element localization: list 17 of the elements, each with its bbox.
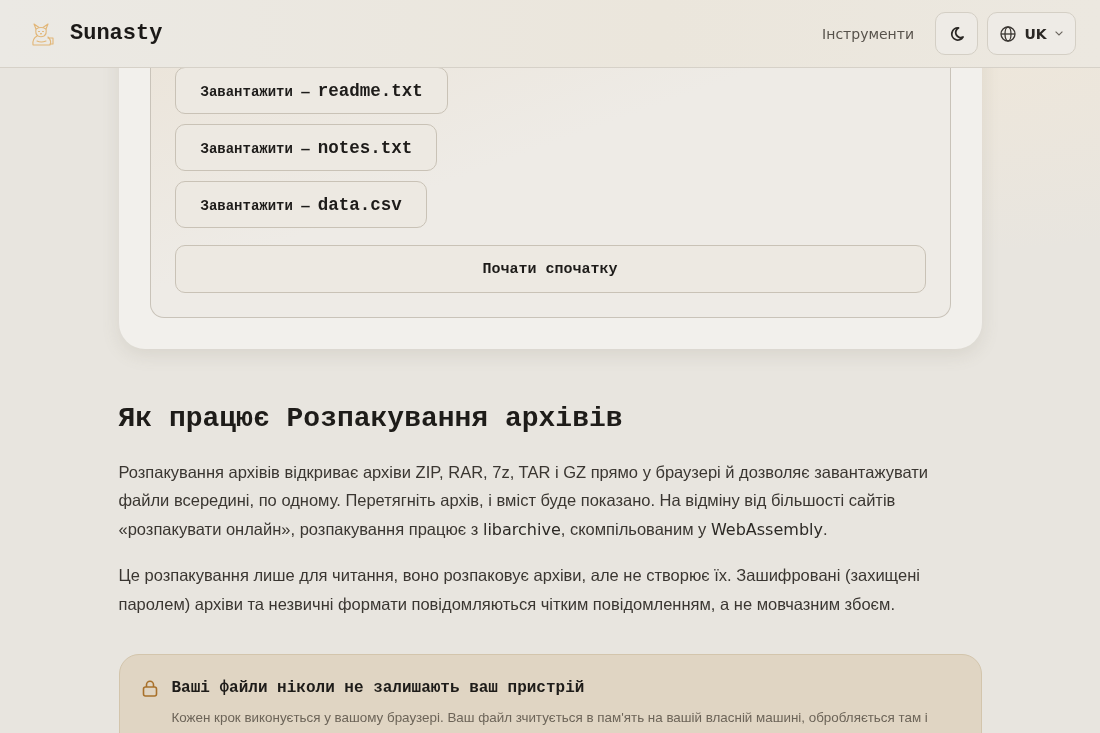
- download-button[interactable]: Завантажити — data.csv: [174, 181, 427, 228]
- notice-title: Ваші файли ніколи не залишають ваш пристрій: [171, 679, 586, 698]
- moon-icon: [949, 26, 964, 41]
- tools-link[interactable]: Інструменти: [822, 25, 914, 42]
- body-paragraph: Це розпакування лише для читання, воно розпаковує архіви, але не створює їх. Зашифровані (захищені паролем) архіви та незвичні формати повідомляються чітким повідомленням, а не мовчазним збоєм.: [118, 565, 921, 615]
- body-paragraph: Розпакування архівів відкриває архіви ZIP, RAR, 7z, TAR і GZ прямо у браузері й дозволяє завантажувати файли всередині, по одному. Перетягніть архів, і вміст буде показано. На відміну від більшості сайтів «розпакувати онлайн», розпакування працює з libarchive, скомпільованим у WebAssembly.: [118, 461, 930, 541]
- download-button[interactable]: Завантажити — readme.txt: [174, 67, 448, 114]
- chevron-down-icon: [1054, 31, 1063, 36]
- theme-toggle-button[interactable]: [935, 12, 978, 55]
- globe-icon: [1000, 25, 1017, 42]
- notice-text: Кожен крок виконується у вашому браузері. Ваш файл зчитується в пам'ять на вашій власній машині, обробляється там і: [171, 709, 928, 728]
- lock-icon: [141, 680, 158, 698]
- language-button[interactable]: UK: [987, 12, 1076, 55]
- restart-button[interactable]: Почати спочатку: [174, 245, 926, 293]
- brand-name: Sunasty: [70, 21, 163, 46]
- section-heading: Як працює Розпакування архівів: [118, 402, 624, 436]
- download-button[interactable]: Завантажити — notes.txt: [174, 124, 438, 171]
